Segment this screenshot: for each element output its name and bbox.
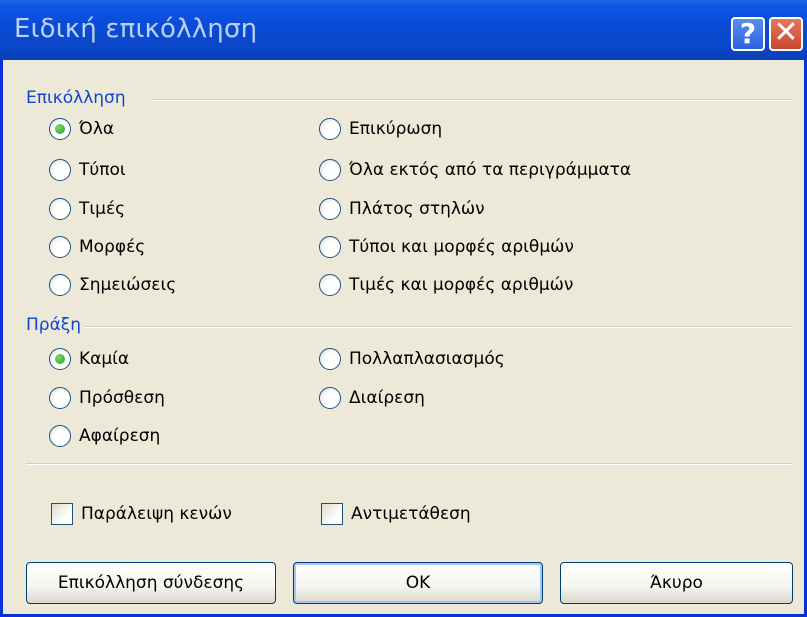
radio-button[interactable]	[319, 198, 341, 220]
radio-button[interactable]	[49, 274, 71, 296]
radio-selected-dot	[55, 124, 65, 134]
radio-operation-multiply[interactable]: Πολλαπλασιασμός	[319, 344, 505, 374]
checkbox-box[interactable]	[51, 503, 73, 525]
paste-special-dialog: Ειδική επικόλληση ? ✕ Επικόλληση Όλα Τύπ…	[0, 0, 807, 617]
checkbox-box[interactable]	[321, 503, 343, 525]
radio-button[interactable]	[319, 387, 341, 409]
radio-paste-formulas[interactable]: Τύποι	[49, 155, 126, 185]
radio-paste-column-widths[interactable]: Πλάτος στηλών	[319, 194, 485, 224]
radio-paste-values-label: Τιμές	[79, 199, 126, 219]
radio-button[interactable]	[319, 274, 341, 296]
radio-button[interactable]	[49, 198, 71, 220]
radio-paste-column-widths-label: Πλάτος στηλών	[349, 199, 485, 219]
radio-button[interactable]	[49, 159, 71, 181]
title-bar[interactable]: Ειδική επικόλληση ? ✕	[0, 0, 807, 60]
operation-group-label: Πράξη	[26, 315, 82, 335]
window-title: Ειδική επικόλληση	[14, 14, 258, 44]
radio-paste-formulas-and-number-formats[interactable]: Τύποι και μορφές αριθμών	[319, 232, 574, 262]
radio-button[interactable]	[49, 348, 71, 370]
radio-button[interactable]	[49, 387, 71, 409]
radio-operation-subtract-label: Αφαίρεση	[79, 426, 161, 446]
close-icon: ✕	[773, 15, 799, 50]
help-icon: ?	[739, 17, 757, 50]
help-button[interactable]: ?	[731, 17, 765, 51]
radio-paste-formulas-and-number-formats-label: Τύποι και μορφές αριθμών	[349, 237, 574, 257]
radio-paste-all-except-borders-label: Όλα εκτός από τα περιγράμματα	[349, 160, 632, 180]
radio-paste-validation[interactable]: Επικύρωση	[319, 114, 442, 144]
radio-operation-divide-label: Διαίρεση	[349, 388, 425, 408]
radio-paste-values[interactable]: Τιμές	[49, 194, 125, 224]
radio-button[interactable]	[49, 118, 71, 140]
options-divider	[26, 463, 793, 465]
radio-paste-comments[interactable]: Σημειώσεις	[49, 270, 176, 300]
paste-group-label: Επικόλληση	[26, 88, 126, 108]
radio-paste-validation-label: Επικύρωση	[349, 119, 443, 139]
radio-paste-formats-label: Μορφές	[79, 237, 146, 257]
radio-paste-all[interactable]: Όλα	[49, 114, 114, 144]
radio-operation-subtract[interactable]: Αφαίρεση	[49, 421, 160, 451]
radio-button[interactable]	[49, 236, 71, 258]
radio-button[interactable]	[319, 159, 341, 181]
operation-group-divider	[83, 326, 793, 328]
ok-button[interactable]: OK	[293, 562, 543, 604]
radio-operation-none[interactable]: Καμία	[49, 344, 129, 374]
radio-paste-formats[interactable]: Μορφές	[49, 232, 145, 262]
radio-button[interactable]	[319, 236, 341, 258]
radio-button[interactable]	[319, 118, 341, 140]
radio-operation-none-label: Καμία	[79, 349, 130, 369]
radio-operation-add[interactable]: Πρόσθεση	[49, 383, 165, 413]
radio-operation-add-label: Πρόσθεση	[79, 388, 165, 408]
radio-button[interactable]	[319, 348, 341, 370]
transpose-label: Αντιμετάθεση	[351, 504, 471, 524]
radio-paste-values-and-number-formats-label: Τιμές και μορφές αριθμών	[349, 275, 574, 295]
paste-link-button[interactable]: Επικόλληση σύνδεσης	[26, 562, 276, 604]
transpose-checkbox[interactable]: Αντιμετάθεση	[321, 499, 471, 529]
radio-operation-divide[interactable]: Διαίρεση	[319, 383, 425, 413]
radio-paste-comments-label: Σημειώσεις	[79, 275, 177, 295]
skip-blanks-checkbox[interactable]: Παράλειψη κενών	[51, 499, 232, 529]
radio-paste-values-and-number-formats[interactable]: Τιμές και μορφές αριθμών	[319, 270, 573, 300]
cancel-button[interactable]: Άκυρο	[560, 562, 793, 604]
radio-paste-all-except-borders[interactable]: Όλα εκτός από τα περιγράμματα	[319, 155, 631, 185]
radio-button[interactable]	[49, 425, 71, 447]
close-button[interactable]: ✕	[769, 17, 803, 51]
radio-paste-formulas-label: Τύποι	[79, 160, 126, 180]
radio-selected-dot	[55, 354, 65, 364]
skip-blanks-label: Παράλειψη κενών	[81, 504, 232, 524]
radio-operation-multiply-label: Πολλαπλασιασμός	[349, 349, 505, 369]
paste-group-divider	[153, 99, 793, 101]
radio-paste-all-label: Όλα	[79, 119, 115, 139]
